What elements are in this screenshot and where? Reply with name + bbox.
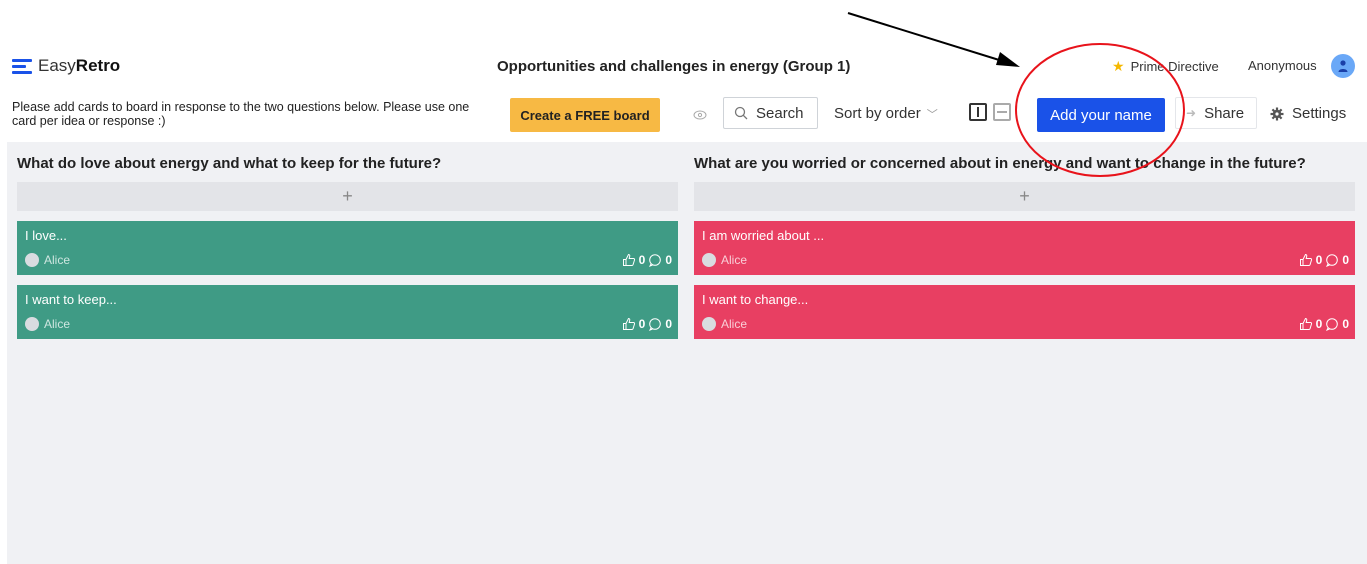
card-text: I love... <box>25 228 67 243</box>
comment-icon[interactable] <box>648 317 662 331</box>
thumbs-up-icon[interactable] <box>1299 253 1313 267</box>
card-author: Alice <box>25 317 70 331</box>
card-author: Alice <box>702 317 747 331</box>
user-avatar-icon[interactable] <box>1331 54 1355 78</box>
comment-count: 0 <box>665 253 672 267</box>
author-name: Alice <box>44 317 71 331</box>
app-header: Easy Retro Opportunities and challenges … <box>0 48 1367 88</box>
like-count: 0 <box>1315 317 1323 331</box>
card-text: I want to change... <box>702 292 809 307</box>
user-name[interactable]: Anonymous <box>1248 58 1317 73</box>
logo-text-retro: Retro <box>75 56 121 75</box>
column-title: What are you worried or concerned about … <box>694 155 1306 172</box>
share-icon: ➜ <box>1186 106 1197 120</box>
comment-count: 0 <box>1342 253 1349 267</box>
card[interactable]: I want to change... Alice 0 0 <box>694 285 1355 339</box>
prime-directive-label: Prime Directive <box>1130 59 1219 74</box>
thumbs-up-icon[interactable] <box>1299 317 1313 331</box>
add-card-button[interactable]: + <box>17 182 678 211</box>
card-author: Alice <box>25 253 70 267</box>
sort-dropdown[interactable]: Sort by order ﹀ <box>834 105 938 122</box>
rows-view-icon[interactable] <box>993 103 1011 121</box>
search-label: Search <box>756 104 804 122</box>
column-keep: What do love about energy and what to ke… <box>17 142 678 339</box>
author-avatar-icon <box>702 317 716 331</box>
logo-icon <box>12 58 32 74</box>
author-name: Alice <box>44 253 71 267</box>
card[interactable]: I am worried about ... Alice 0 0 <box>694 221 1355 275</box>
like-count: 0 <box>638 253 646 267</box>
search-icon <box>734 106 748 120</box>
card-stats: 0 0 <box>622 317 672 331</box>
comment-count: 0 <box>1342 317 1349 331</box>
gear-icon <box>1270 107 1284 120</box>
like-count: 0 <box>638 317 646 331</box>
settings-label: Settings <box>1292 105 1347 122</box>
comment-icon[interactable] <box>648 253 662 267</box>
card-text: I am worried about ... <box>702 228 825 243</box>
board-instructions: Please add cards to board in response to… <box>12 100 470 128</box>
add-your-name-button[interactable]: Add your name <box>1037 98 1165 132</box>
card-stats: 0 0 <box>1299 253 1349 267</box>
board: What do love about energy and what to ke… <box>7 142 1367 564</box>
view-toggle <box>969 103 1011 121</box>
author-avatar-icon <box>702 253 716 267</box>
search-box[interactable]: Search <box>723 97 818 129</box>
thumbs-up-icon[interactable] <box>622 253 636 267</box>
column-change: What are you worried or concerned about … <box>694 142 1355 339</box>
card[interactable]: I want to keep... Alice 0 0 <box>17 285 678 339</box>
logo-text-easy: Easy <box>38 56 76 75</box>
sort-label: Sort by order <box>834 105 921 122</box>
column-title: What do love about energy and what to ke… <box>17 155 442 172</box>
create-free-board-button[interactable]: Create a FREE board <box>510 98 660 132</box>
author-avatar-icon <box>25 317 39 331</box>
settings-button[interactable]: Settings <box>1270 105 1346 122</box>
add-card-button[interactable]: + <box>694 182 1355 211</box>
comment-count: 0 <box>665 317 672 331</box>
thumbs-up-icon[interactable] <box>622 317 636 331</box>
card-author: Alice <box>702 253 747 267</box>
board-title: Opportunities and challenges in energy (… <box>497 58 851 75</box>
star-icon: ★ <box>1112 58 1125 74</box>
card-stats: 0 0 <box>622 253 672 267</box>
card-text: I want to keep... <box>25 292 117 307</box>
comment-icon[interactable] <box>1325 253 1339 267</box>
author-name: Alice <box>721 253 748 267</box>
logo[interactable]: Easy Retro <box>12 56 120 76</box>
author-avatar-icon <box>25 253 39 267</box>
card[interactable]: I love... Alice 0 0 <box>17 221 678 275</box>
eye-icon[interactable] <box>693 108 707 122</box>
author-name: Alice <box>721 317 748 331</box>
chevron-down-icon: ﹀ <box>926 108 938 121</box>
share-button[interactable]: ➜ Share <box>1175 97 1257 129</box>
board-toolbar: Please add cards to board in response to… <box>0 88 1367 140</box>
prime-directive-link[interactable]: ★ Prime Directive <box>1112 58 1219 75</box>
card-stats: 0 0 <box>1299 317 1349 331</box>
comment-icon[interactable] <box>1325 317 1339 331</box>
like-count: 0 <box>1315 253 1323 267</box>
page: Easy Retro Opportunities and challenges … <box>0 0 1367 564</box>
columns-view-icon[interactable] <box>969 103 987 121</box>
share-label: Share <box>1204 104 1245 122</box>
